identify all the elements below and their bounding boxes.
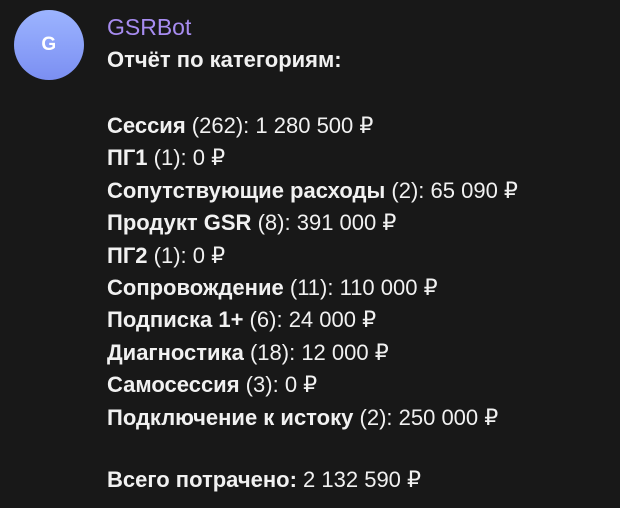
category-row: Подключение к истоку (2): 250 000 ₽ [107,404,499,430]
category-count: 262 [199,113,236,138]
category-count: 11 [297,275,321,301]
category-count: 2 [366,404,380,430]
category-name: Продукт GSR [107,210,252,236]
category-amount: 391 000 ₽ [296,210,397,236]
category-row: Диагностика (18): 12 000 ₽ [107,339,389,365]
category-name: Подписка 1+ [107,307,244,333]
category-amount: 0 ₽ [192,145,226,171]
avatar-letter: G [41,34,57,55]
category-name: Сессия [107,113,186,138]
category-row: Подписка 1+ (6): 24 000 ₽ [107,307,377,333]
category-amount: 12 000 ₽ [301,339,389,365]
category-count: 2 [398,177,411,203]
category-count: 8 [264,210,278,236]
category-list: Сессия (262): 1 280 500 ₽ ПГ1 (1): 0 ₽ С… [107,110,612,434]
category-amount: 110 000 ₽ [339,275,438,301]
category-count: 1 [160,145,174,171]
category-name: ПГ2 [107,242,148,268]
category-amount: 0 ₽ [284,372,318,398]
category-row: Сессия (262): 1 280 500 ₽ [107,113,374,138]
category-count: 3 [253,372,266,398]
category-amount: 1 280 500 ₽ [255,113,374,138]
total-label: Всего потрачено: [107,467,297,493]
category-count: 1 [160,242,174,268]
category-row: ПГ2 (1): 0 ₽ [107,242,226,268]
category-name: ПГ1 [107,145,148,171]
category-count: 6 [256,307,270,333]
category-amount: 250 000 ₽ [398,404,499,430]
total-amount: 2 132 590 ₽ [303,467,422,493]
category-name: Сопутствующие расходы [107,177,386,203]
category-name: Самосессия [107,372,240,398]
message-content: GSRBot Отчёт по категориям: Сессия (262)… [107,12,612,496]
category-row: Сопутствующие расходы (2): 65 090 ₽ [107,177,518,203]
category-name: Сопровождение [107,275,284,301]
category-name: Диагностика [107,339,244,365]
sender-name[interactable]: GSRBot [107,12,612,42]
category-row: Сопровождение (11): 110 000 ₽ [107,275,438,301]
category-amount: 0 ₽ [192,242,226,268]
total-row: Всего потрачено: 2 132 590 ₽ [107,464,612,496]
category-amount: 24 000 ₽ [288,307,377,333]
report-header: Отчёт по категориям: [107,47,342,72]
category-row: ПГ1 (1): 0 ₽ [107,145,226,171]
avatar[interactable]: G [14,10,84,80]
category-amount: 65 090 ₽ [430,177,518,203]
bot-message: G GSRBot Отчёт по категориям: Сессия (26… [0,0,620,508]
category-row: Продукт GSR (8): 391 000 ₽ [107,210,397,236]
category-row: Самосессия (3): 0 ₽ [107,372,318,398]
category-count: 18 [257,339,282,365]
category-name: Подключение к истоку [107,404,354,430]
